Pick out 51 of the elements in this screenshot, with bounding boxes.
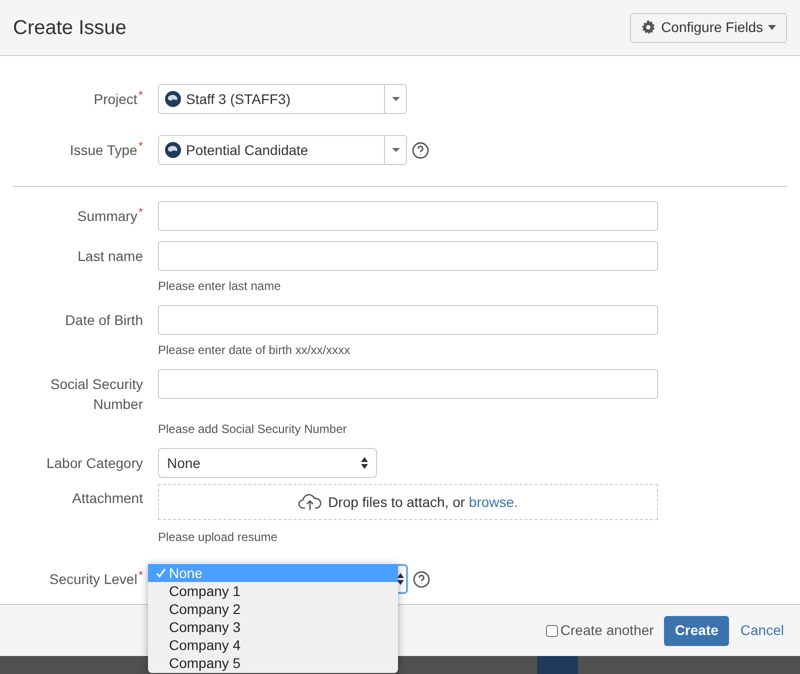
required-mark: * xyxy=(138,89,143,101)
required-mark: * xyxy=(138,206,143,218)
project-avatar-icon xyxy=(165,142,181,158)
text-input[interactable] xyxy=(158,241,658,271)
configure-fields-button[interactable]: Configure Fields xyxy=(630,12,787,42)
field-hint: Please enter last name xyxy=(158,278,282,295)
help-icon[interactable] xyxy=(413,570,430,588)
field-label: Labor Category xyxy=(46,454,143,473)
field-label: Attachment xyxy=(72,489,143,508)
select-value: Potential Candidate xyxy=(186,140,308,160)
dropdown-option[interactable]: Company 3 xyxy=(148,618,398,636)
stepper-icon xyxy=(361,457,368,469)
caret-icon xyxy=(392,97,400,101)
field-label: Last name xyxy=(78,247,143,266)
create-another-checkbox[interactable] xyxy=(546,624,558,636)
field-hint: Please upload resume xyxy=(158,529,278,546)
field-hint: Please enter date of birth xx/xx/xxxx xyxy=(158,342,352,359)
field-label: Issue Type xyxy=(70,141,138,160)
dropzone-text: Drop files to attach, or browse. xyxy=(328,492,518,512)
field-hint: Please add Social Security Number xyxy=(158,421,348,438)
select-field[interactable]: Staff 3 (STAFF3) xyxy=(158,84,407,114)
caret-icon xyxy=(392,148,400,152)
checkmark-icon xyxy=(156,568,166,578)
help-icon[interactable] xyxy=(412,142,429,158)
settings-icon xyxy=(641,20,656,35)
required-mark: * xyxy=(138,569,143,581)
attachment-dropzone[interactable]: Drop files to attach, or browse. xyxy=(158,484,658,520)
text-input[interactable] xyxy=(158,369,658,399)
dropdown-option[interactable]: Company 4 xyxy=(148,636,398,654)
required-mark: * xyxy=(138,140,143,152)
select-field[interactable]: None xyxy=(158,448,377,478)
field-label: Security Level xyxy=(49,570,138,589)
field-label: Social Security Number xyxy=(50,375,143,414)
field-label: Date of Birth xyxy=(65,311,143,330)
project-avatar-icon xyxy=(165,91,181,107)
cloud-upload-icon xyxy=(298,493,322,511)
select-value: Staff 3 (STAFF3) xyxy=(186,90,291,109)
create-button[interactable]: Create xyxy=(664,616,730,646)
cancel-link[interactable]: Cancel xyxy=(740,620,784,641)
text-input[interactable] xyxy=(158,201,658,231)
field-label: Summary xyxy=(77,207,138,226)
dropdown-option[interactable]: Company 5 xyxy=(148,654,398,672)
dropdown-option[interactable]: Company 2 xyxy=(148,600,398,618)
browse-link[interactable]: browse. xyxy=(468,494,518,510)
text-input[interactable] xyxy=(158,305,658,335)
select-field[interactable]: Potential Candidate xyxy=(158,135,407,165)
dropdown-option[interactable]: Company 1 xyxy=(148,582,398,600)
dialog-title: Create Issue xyxy=(13,16,126,40)
field-label: Project xyxy=(94,90,138,109)
checkbox-label: Create another xyxy=(560,621,654,640)
caret-icon xyxy=(768,25,776,30)
